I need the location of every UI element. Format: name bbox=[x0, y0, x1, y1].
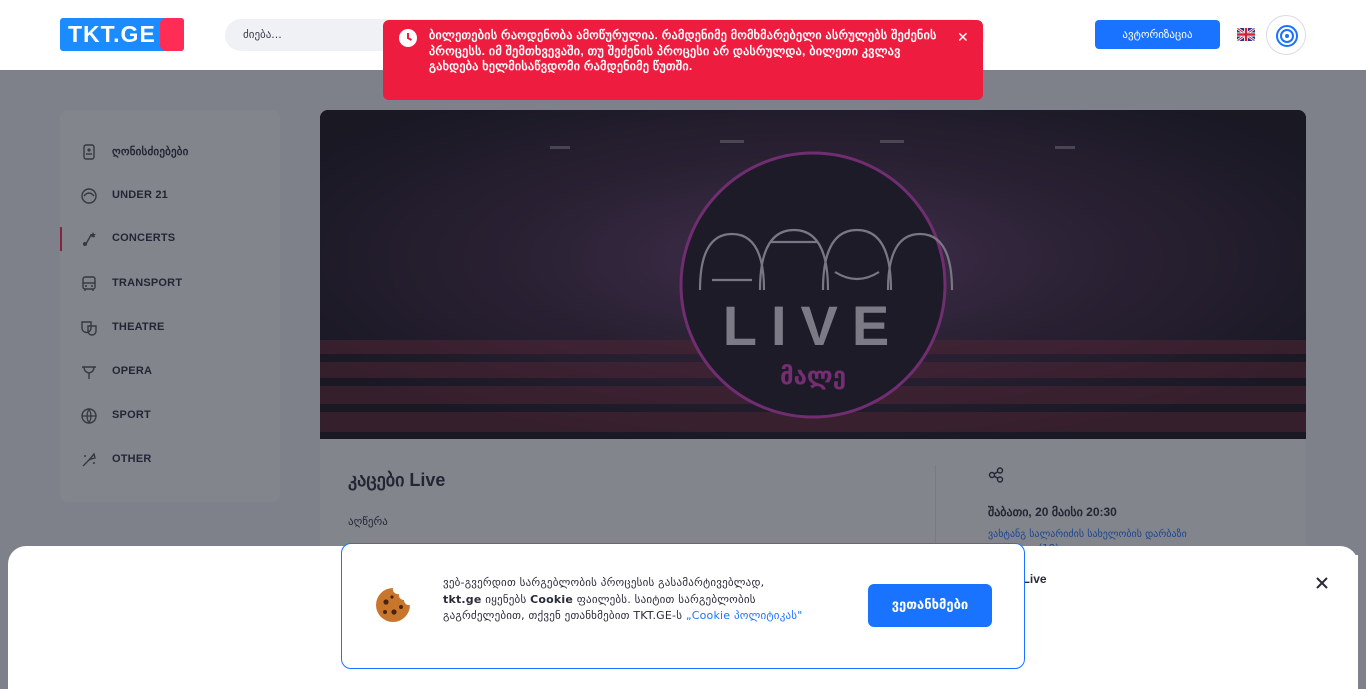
agree-button[interactable]: ვეთანხმები bbox=[868, 584, 992, 627]
accessibility-button[interactable] bbox=[1266, 15, 1306, 55]
sidebar-item-label: TRANSPORT bbox=[112, 277, 183, 289]
close-icon[interactable] bbox=[1313, 574, 1331, 592]
venue-name: ვახტანგ სალარიძის სახელობის დარბაზი bbox=[988, 529, 1187, 540]
opera-icon bbox=[82, 366, 96, 379]
sidebar-item-label: SPORT bbox=[112, 409, 151, 421]
sidebar-item-concerts[interactable]: CONCERTS bbox=[60, 226, 280, 252]
events-icon bbox=[83, 144, 95, 160]
alert-message: ბილეთების რაოდენობა ამოწურულია. რამდენიმ… bbox=[429, 28, 937, 73]
event-date: შაბათი, 20 მაისი 20:30 bbox=[988, 505, 1117, 519]
banner-artwork: LIVE მალე bbox=[320, 110, 1306, 439]
tkt-logo[interactable]: TKT.GE bbox=[60, 18, 184, 51]
alert-close-button[interactable]: ✕ bbox=[957, 30, 969, 46]
other-icon bbox=[82, 452, 96, 467]
sidebar-item-label: THEATRE bbox=[112, 321, 165, 333]
sidebar-item-transport[interactable]: TRANSPORT bbox=[60, 271, 280, 297]
ball-icon bbox=[81, 408, 97, 424]
event-banner: LIVE მალე bbox=[320, 110, 1306, 439]
uk-flag-icon[interactable] bbox=[1237, 28, 1255, 41]
event-description-heading: აღწერა bbox=[348, 515, 388, 528]
under21-icon bbox=[81, 188, 97, 204]
cookie-policy-link[interactable]: „Cookie პოლიტიკას" bbox=[686, 609, 803, 622]
sidebar-item-events[interactable]: ღონისძიებები bbox=[60, 139, 280, 165]
cookie-icon bbox=[376, 588, 410, 622]
cookie-consent-banner: ვებ-გვერდით სარგებლობის პროცესის გასამარ… bbox=[341, 543, 1025, 669]
clock-icon bbox=[399, 29, 417, 47]
logo-text: TKT.GE bbox=[68, 21, 156, 47]
sidebar-item-opera[interactable]: OPERA bbox=[60, 359, 280, 385]
sidebar-item-other[interactable]: OTHER bbox=[60, 447, 280, 473]
banner-sub-text: მალე bbox=[780, 362, 846, 390]
share-icon[interactable] bbox=[988, 467, 1004, 483]
login-button[interactable]: ავტორიზაცია bbox=[1095, 20, 1220, 49]
banner-live-text: LIVE bbox=[723, 294, 903, 357]
sidebar-item-label: CONCERTS bbox=[112, 232, 176, 244]
category-sidebar: ღონისძიებები UNDER 21 CONCERTS TRANSPORT… bbox=[60, 110, 280, 502]
sidebar-item-label: OPERA bbox=[112, 365, 153, 377]
theatre-mask-icon bbox=[81, 321, 97, 336]
cookie-text: ვებ-გვერდით სარგებლობის პროცესის გასამარ… bbox=[443, 576, 803, 622]
event-title: კაცები Live bbox=[348, 470, 446, 490]
sidebar-item-label: ღონისძიებები bbox=[112, 146, 189, 158]
sidebar-item-sport[interactable]: SPORT bbox=[60, 403, 280, 429]
accessibility-icon bbox=[1276, 25, 1298, 47]
sold-out-alert: ბილეთების რაოდენობა ამოწურულია. რამდენიმ… bbox=[383, 20, 983, 100]
sidebar-item-label: OTHER bbox=[112, 453, 152, 465]
sidebar-item-label: UNDER 21 bbox=[112, 189, 169, 201]
sidebar-item-theatre[interactable]: THEATRE bbox=[60, 315, 280, 341]
sidebar-item-under21[interactable]: UNDER 21 bbox=[60, 183, 280, 209]
bus-icon bbox=[82, 276, 96, 291]
concerts-icon bbox=[83, 232, 96, 246]
